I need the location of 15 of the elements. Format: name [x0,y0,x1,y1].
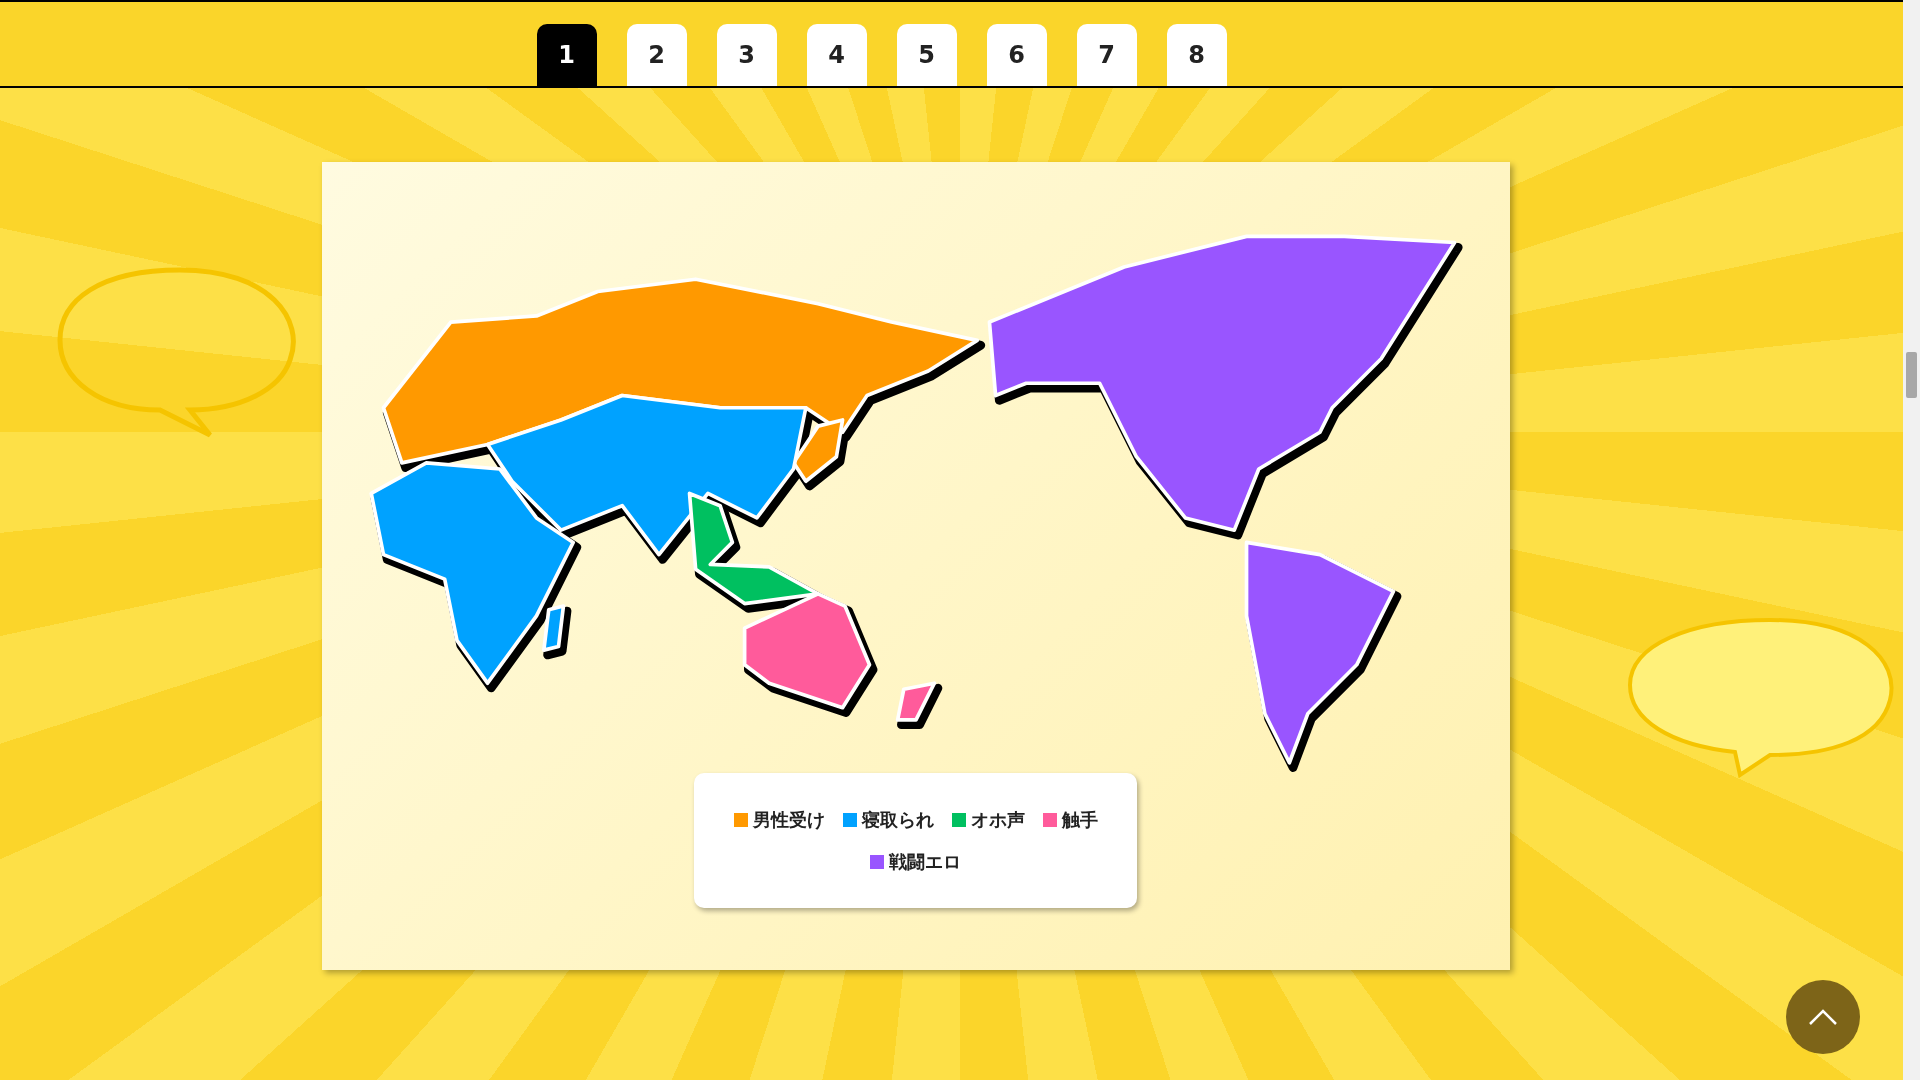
legend-label: 触手 [1061,807,1098,832]
page-tab[interactable]: 1 [536,24,597,86]
scrollbar[interactable] [1903,0,1920,1080]
legend-label: 戦闘エロ [889,849,961,874]
legend-label: オホ声 [970,807,1025,832]
page-tab[interactable]: 6 [986,24,1047,86]
page-tab[interactable]: 5 [896,24,957,86]
page-tab[interactable]: 4 [806,24,867,86]
legend-label: 男性受け [752,807,825,832]
page-tab[interactable]: 7 [1076,24,1137,86]
legend-label: 寝取られ [861,807,934,832]
chevron-up-icon [1808,1008,1838,1026]
page-tab[interactable]: 8 [1166,24,1227,86]
page-tab[interactable]: 3 [716,24,777,86]
page-tab[interactable]: 2 [626,24,687,86]
